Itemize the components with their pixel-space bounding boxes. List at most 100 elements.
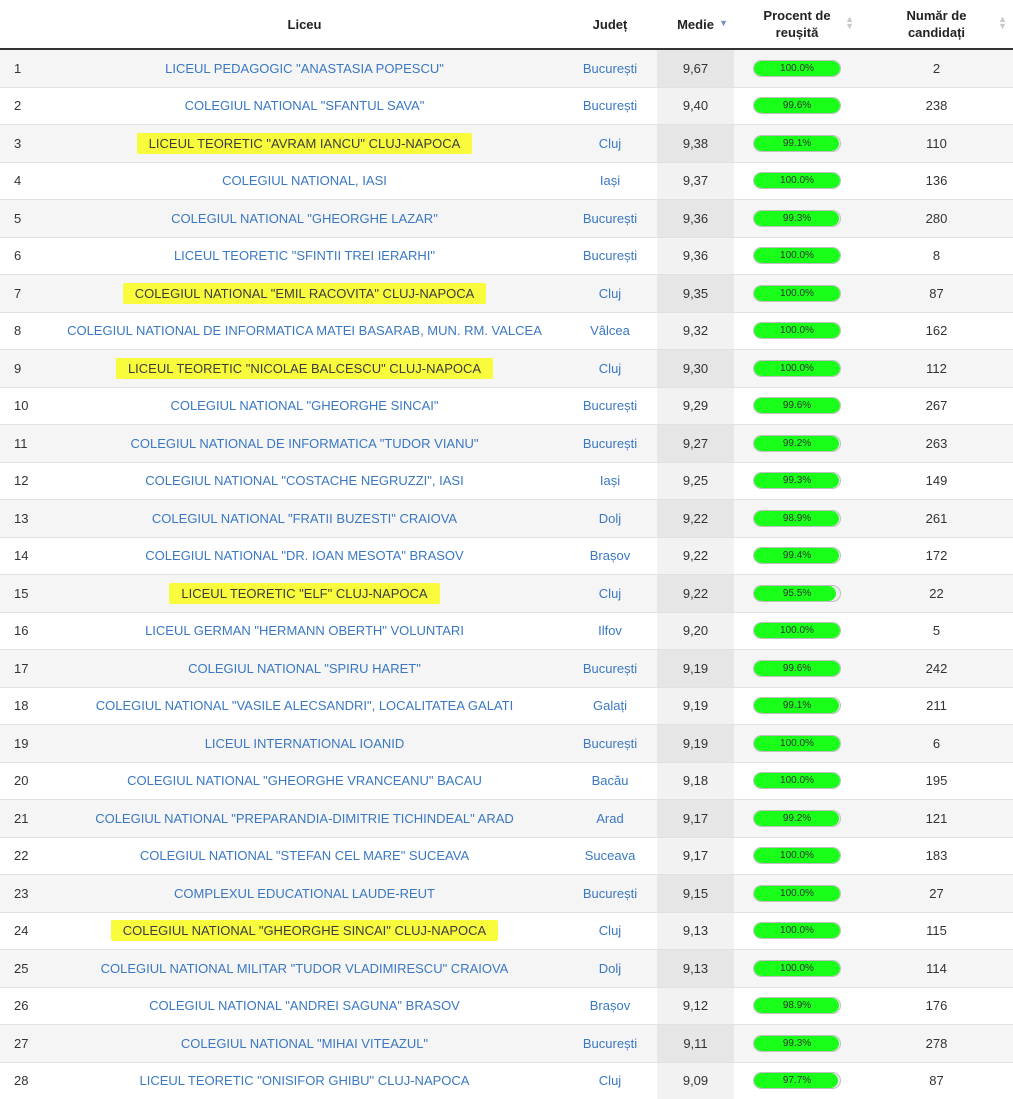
candidate-count: 183 xyxy=(860,836,1013,875)
county-link[interactable]: Iași xyxy=(563,461,657,500)
school-link[interactable]: LICEUL INTERNATIONAL IOANID xyxy=(205,736,405,751)
row-index: 1 xyxy=(0,48,46,87)
county-link[interactable]: Brașov xyxy=(563,986,657,1025)
school-link[interactable]: COLEGIUL NATIONAL "GHEORGHE SINCAI" CLUJ… xyxy=(110,920,499,942)
school-link[interactable]: COLEGIUL NATIONAL "ANDREI SAGUNA" BRASOV xyxy=(149,998,460,1013)
table-row: 2 COLEGIUL NATIONAL "SFANTUL SAVA" Bucureș… xyxy=(0,86,1013,125)
rankings-table: Liceu Județ Medie ▼ Procent de reușită ▲… xyxy=(0,0,1013,1099)
progress-bar-label: 98.9% xyxy=(782,512,812,524)
school-link-cell: LICEUL PEDAGOGIC "ANASTASIA POPESCU" xyxy=(46,48,563,87)
county-link[interactable]: Cluj xyxy=(563,911,657,950)
candidate-count: 114 xyxy=(860,949,1013,987)
candidate-count: 112 xyxy=(860,349,1013,387)
county-link[interactable]: București xyxy=(563,724,657,762)
progress-bar: 99.1% xyxy=(753,134,841,152)
county-link[interactable]: Cluj xyxy=(563,1061,657,1099)
header-judet[interactable]: Județ xyxy=(563,0,657,50)
progress-bar-label: 99.2% xyxy=(782,812,812,824)
header-medie[interactable]: Medie ▼ xyxy=(657,0,734,50)
county-link[interactable]: Ilfov xyxy=(563,611,657,650)
row-index: 11 xyxy=(0,424,46,462)
school-link[interactable]: LICEUL TEORETIC "ONISIFOR GHIBU" CLUJ-NA… xyxy=(140,1073,470,1088)
school-link[interactable]: COLEGIUL NATIONAL "MIHAI VITEAZUL" xyxy=(181,1036,428,1051)
success-rate-cell: 100.0% xyxy=(734,274,860,312)
county-link[interactable]: Cluj xyxy=(563,124,657,162)
progress-bar: 100.0% xyxy=(753,884,841,902)
school-link[interactable]: COLEGIUL NATIONAL "VASILE ALECSANDRI", L… xyxy=(96,698,513,713)
county-link[interactable]: Iași xyxy=(563,161,657,200)
candidate-count: 261 xyxy=(860,499,1013,537)
progress-bar: 99.6% xyxy=(753,397,841,415)
county-link[interactable]: București xyxy=(563,48,657,87)
progress-bar-label: 99.1% xyxy=(782,700,812,712)
county-link[interactable]: București xyxy=(563,874,657,912)
county-link[interactable]: Suceava xyxy=(563,836,657,875)
school-link-cell: COLEGIUL NATIONAL "DR. IOAN MESOTA" BRAS… xyxy=(46,536,563,575)
table-row: 9 LICEUL TEORETIC "NICOLAE BALCESCU" CLUJ… xyxy=(0,349,1013,387)
school-link[interactable]: LICEUL PEDAGOGIC "ANASTASIA POPESCU" xyxy=(165,61,444,76)
county-link[interactable]: București xyxy=(563,86,657,125)
school-link[interactable]: COMPLEXUL EDUCATIONAL LAUDE-REUT xyxy=(174,886,435,901)
county-link[interactable]: București xyxy=(563,1024,657,1062)
header-liceu-label: Liceu xyxy=(287,16,322,32)
average-score: 9,30 xyxy=(657,349,734,387)
school-link[interactable]: COLEGIUL NATIONAL "COSTACHE NEGRUZZI", I… xyxy=(145,473,463,488)
row-index: 27 xyxy=(0,1024,46,1062)
school-link[interactable]: LICEUL TEORETIC "SFINTII TREI IERARHI" xyxy=(174,248,435,263)
row-index: 17 xyxy=(0,649,46,687)
school-link[interactable]: COLEGIUL NATIONAL "FRATII BUZESTI" CRAIO… xyxy=(152,511,457,526)
county-link[interactable]: București xyxy=(563,424,657,462)
school-link[interactable]: COLEGIUL NATIONAL "SPIRU HARET" xyxy=(188,661,421,676)
school-link[interactable]: COLEGIUL NATIONAL, IASI xyxy=(222,173,387,188)
school-link[interactable]: COLEGIUL NATIONAL MILITAR "TUDOR VLADIMI… xyxy=(101,961,509,976)
progress-bar: 100.0% xyxy=(753,622,841,640)
county-link[interactable]: Galați xyxy=(563,686,657,725)
county-link[interactable]: București xyxy=(563,649,657,687)
county-link[interactable]: Dolj xyxy=(563,499,657,537)
header-liceu[interactable]: Liceu xyxy=(46,0,563,50)
county-link[interactable]: București xyxy=(563,236,657,275)
average-score: 9,17 xyxy=(657,799,734,837)
school-link[interactable]: COLEGIUL NATIONAL "GHEORGHE VRANCEANU" B… xyxy=(127,773,482,788)
county-link[interactable]: Bacău xyxy=(563,761,657,800)
success-rate-cell: 100.0% xyxy=(734,311,860,350)
school-link-cell: COLEGIUL NATIONAL MILITAR "TUDOR VLADIMI… xyxy=(46,949,563,987)
county-link[interactable]: Brașov xyxy=(563,536,657,575)
table-row: 4 COLEGIUL NATIONAL, IASI Iași 9,37 100.0% 13… xyxy=(0,161,1013,200)
success-rate-cell: 99.6% xyxy=(734,86,860,125)
county-link[interactable]: Cluj xyxy=(563,349,657,387)
county-link[interactable]: Cluj xyxy=(563,574,657,612)
school-link[interactable]: COLEGIUL NATIONAL "STEFAN CEL MARE" SUCE… xyxy=(140,848,469,863)
success-rate-cell: 95.5% xyxy=(734,574,860,612)
school-link[interactable]: COLEGIUL NATIONAL "PREPARANDIA-DIMITRIE … xyxy=(95,811,514,826)
county-link[interactable]: Arad xyxy=(563,799,657,837)
school-link[interactable]: LICEUL GERMAN "HERMANN OBERTH" VOLUNTARI xyxy=(145,623,464,638)
school-link-cell: COLEGIUL NATIONAL "SFANTUL SAVA" xyxy=(46,86,563,125)
county-link[interactable]: București xyxy=(563,199,657,237)
school-link[interactable]: COLEGIUL NATIONAL DE INFORMATICA "TUDOR … xyxy=(131,436,479,451)
school-link[interactable]: LICEUL TEORETIC "NICOLAE BALCESCU" CLUJ-… xyxy=(115,357,494,379)
average-score: 9,09 xyxy=(657,1061,734,1099)
county-link[interactable]: Vâlcea xyxy=(563,311,657,350)
average-score: 9,25 xyxy=(657,461,734,500)
school-link[interactable]: LICEUL TEORETIC "ELF" CLUJ-NAPOCA xyxy=(169,582,440,604)
progress-bar: 100.0% xyxy=(753,772,841,790)
school-link[interactable]: COLEGIUL NATIONAL "GHEORGHE SINCAI" xyxy=(170,398,438,413)
progress-bar-label: 100.0% xyxy=(780,850,814,862)
header-numar[interactable]: Număr de candidați ▲ ▼ xyxy=(860,0,1013,50)
school-link[interactable]: COLEGIUL NATIONAL "DR. IOAN MESOTA" BRAS… xyxy=(145,548,463,563)
school-link[interactable]: COLEGIUL NATIONAL "GHEORGHE LAZAR" xyxy=(171,211,438,226)
county-link[interactable]: Cluj xyxy=(563,274,657,312)
table-row: 13 COLEGIUL NATIONAL "FRATII BUZESTI" CRA… xyxy=(0,499,1013,537)
school-link[interactable]: COLEGIUL NATIONAL "EMIL RACOVITA" CLUJ-N… xyxy=(122,282,487,304)
progress-bar-label: 99.2% xyxy=(782,437,812,449)
school-link-cell: COLEGIUL NATIONAL "STEFAN CEL MARE" SUCE… xyxy=(46,836,563,875)
school-link[interactable]: LICEUL TEORETIC "AVRAM IANCU" CLUJ-NAPOC… xyxy=(136,132,473,154)
header-procent[interactable]: Procent de reușită ▲ ▼ xyxy=(734,0,860,50)
school-link[interactable]: COLEGIUL NATIONAL "SFANTUL SAVA" xyxy=(185,98,425,113)
school-link-cell: COLEGIUL NATIONAL "MIHAI VITEAZUL" xyxy=(46,1024,563,1062)
county-link[interactable]: București xyxy=(563,386,657,425)
county-link[interactable]: Dolj xyxy=(563,949,657,987)
table-row: 5 COLEGIUL NATIONAL "GHEORGHE LAZAR" Bucur… xyxy=(0,199,1013,237)
school-link[interactable]: COLEGIUL NATIONAL DE INFORMATICA MATEI B… xyxy=(67,323,542,338)
